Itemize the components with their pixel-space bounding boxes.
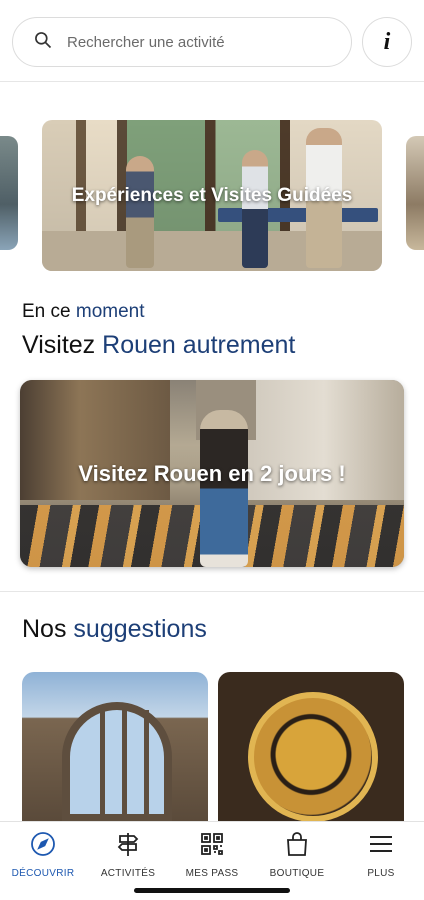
moment-kicker: En ce moment [22,301,145,323]
gros-horloge-photo [248,692,378,822]
info-button[interactable]: i [362,17,412,67]
suggestions-section-title: Nos suggestions [22,615,207,644]
home-indicator[interactable] [134,888,290,893]
nav-label-activites: ACTIVITÉS [100,868,156,879]
moment-kicker-accent: moment [75,301,145,322]
nav-activites[interactable]: ACTIVITÉS [86,830,170,880]
suggestion-card-ruins[interactable] [22,672,208,822]
rouen-2-days-title: Visitez Rouen en 2 jours ! [78,460,346,486]
search-bar[interactable]: Rechercher une activité [12,17,352,67]
search-icon [33,30,53,55]
nav-plus[interactable]: PLUS [339,830,423,880]
moment-title-accent: Rouen autrement [102,331,296,359]
nav-label-mes-pass: MES PASS [185,868,239,879]
moment-kicker-prefix: En ce [22,301,71,322]
nav-mes-pass[interactable]: MES PASS [170,830,254,880]
nav-label-decouvrir: DÉCOUVRIR [11,868,75,879]
moment-section-title: Visitez Rouen autrement [22,331,295,360]
carousel-card-next[interactable] [406,136,424,250]
suggestion-card-clock[interactable] [218,672,404,822]
carousel-card-previous[interactable] [0,136,18,250]
suggestions-title-accent: suggestions [73,615,207,643]
carousel-card-experiences[interactable]: Expériences et Visites Guidées [42,120,382,271]
experiences-carousel[interactable]: Expériences et Visites Guidées [0,118,424,272]
nav-label-boutique: BOUTIQUE [269,868,325,879]
experiences-card-title: Expériences et Visites Guidées [71,184,353,206]
menu-icon [367,830,395,863]
nav-label-plus: PLUS [367,868,395,879]
moment-title-prefix: Visitez [22,331,96,359]
section-divider [0,591,424,592]
nav-decouvrir[interactable]: DÉCOUVRIR [1,830,85,880]
ruins-window-photo [62,702,172,822]
compass-icon [29,830,57,863]
shopping-bag-icon [283,830,311,863]
top-bar: Rechercher une activité i [0,0,424,82]
nav-boutique[interactable]: BOUTIQUE [255,830,339,880]
search-placeholder[interactable]: Rechercher une activité [67,34,225,51]
qr-code-icon [198,830,226,863]
rouen-2-days-card[interactable]: Visitez Rouen en 2 jours ! [20,380,404,567]
signpost-icon [114,830,142,863]
suggestions-title-prefix: Nos [22,615,67,643]
